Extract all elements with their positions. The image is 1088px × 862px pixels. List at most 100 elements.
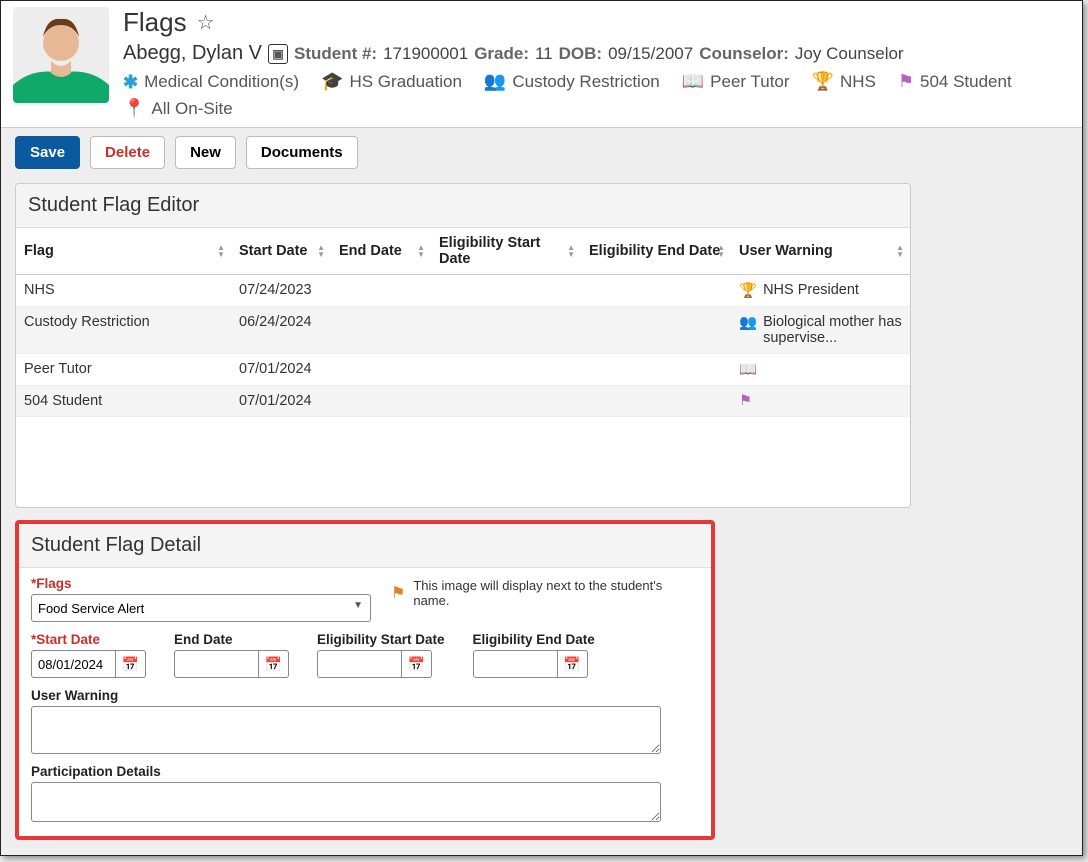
dob-label: DOB:: [559, 44, 602, 64]
documents-button[interactable]: Documents: [246, 136, 358, 169]
cell-warning: ⚑: [731, 386, 910, 417]
user-warning-label: User Warning: [31, 688, 699, 703]
favorite-star-icon[interactable]: ☆: [197, 10, 215, 35]
elig-end-picker-button[interactable]: 📅: [558, 650, 588, 678]
cell-end: [331, 275, 431, 307]
end-date-picker-button[interactable]: 📅: [259, 650, 289, 678]
medical-icon: ✱: [123, 73, 138, 91]
flag-label: Peer Tutor: [710, 72, 789, 92]
cell-elig-start: [431, 275, 581, 307]
trophy-icon: 🏆: [739, 282, 757, 299]
action-bar: Save Delete New Documents: [1, 128, 1082, 183]
student-number-label: Student #:: [294, 44, 377, 64]
flag-custody[interactable]: 👥 Custody Restriction: [484, 71, 660, 92]
cell-elig-end: [581, 307, 731, 354]
book-icon: 📖: [682, 71, 704, 92]
book-icon: 📖: [739, 361, 757, 378]
cell-warning: 🏆NHS President: [731, 275, 910, 307]
end-date-input[interactable]: [174, 650, 259, 678]
delete-button[interactable]: Delete: [90, 136, 165, 169]
id-card-icon[interactable]: ▣: [268, 44, 288, 64]
student-flag-detail-panel: Student Flag Detail *Flags Food Service …: [15, 520, 715, 840]
flag-label: Custody Restriction: [512, 72, 659, 92]
dob-value: 09/15/2007: [608, 44, 693, 64]
flag-medical[interactable]: ✱ Medical Condition(s): [123, 72, 299, 92]
start-date-input[interactable]: [31, 650, 116, 678]
col-end[interactable]: End Date▲▼: [331, 228, 431, 275]
cell-start: 07/01/2024: [231, 386, 331, 417]
cell-elig-end: [581, 354, 731, 386]
cell-elig-start: [431, 354, 581, 386]
elig-start-picker-button[interactable]: 📅: [402, 650, 432, 678]
detail-title: Student Flag Detail: [19, 524, 711, 568]
cell-start: 07/01/2024: [231, 354, 331, 386]
elig-end-label: Eligibility End Date: [473, 632, 595, 647]
user-warning-input[interactable]: [31, 706, 661, 754]
graduation-icon: 🎓: [321, 71, 343, 92]
col-flag[interactable]: Flag▲▼: [16, 228, 231, 275]
new-button[interactable]: New: [175, 136, 236, 169]
cell-flag: Peer Tutor: [16, 354, 231, 386]
start-date-label: *Start Date: [31, 632, 146, 647]
student-number: 171900001: [383, 44, 468, 64]
table-row[interactable]: Custody Restriction06/24/2024👥Biological…: [16, 307, 910, 354]
student-photo[interactable]: [13, 7, 109, 103]
student-name: Abegg, Dylan V: [123, 42, 262, 65]
col-warning[interactable]: User Warning▲▼: [731, 228, 910, 275]
student-header: Flags ☆ Abegg, Dylan V ▣ Student #: 1719…: [1, 1, 1082, 128]
people-icon: 👥: [484, 71, 506, 92]
cell-start: 06/24/2024: [231, 307, 331, 354]
elig-start-label: Eligibility Start Date: [317, 632, 445, 647]
save-button[interactable]: Save: [15, 136, 80, 169]
cell-flag: 504 Student: [16, 386, 231, 417]
col-elig-end[interactable]: Eligibility End Date▲▼: [581, 228, 731, 275]
cell-flag: NHS: [16, 275, 231, 307]
table-row[interactable]: NHS07/24/2023 🏆NHS President: [16, 275, 910, 307]
cell-elig-start: [431, 307, 581, 354]
student-flag-editor-panel: Student Flag Editor Flag▲▼ Start Date▲▼ …: [15, 183, 911, 508]
flag-504[interactable]: ⚑ 504 Student: [898, 71, 1012, 92]
flag-label: 504 Student: [920, 72, 1012, 92]
cell-elig-end: [581, 275, 731, 307]
onsite-icon: 📍: [123, 98, 145, 119]
flag-peer-tutor[interactable]: 📖 Peer Tutor: [682, 71, 790, 92]
editor-title: Student Flag Editor: [16, 184, 910, 228]
flag-label: Medical Condition(s): [144, 72, 299, 92]
table-row[interactable]: Peer Tutor07/01/2024 📖: [16, 354, 910, 386]
start-date-picker-button[interactable]: 📅: [116, 650, 146, 678]
flag-nhs[interactable]: 🏆 NHS: [812, 71, 876, 92]
elig-end-input[interactable]: [473, 650, 558, 678]
trophy-icon: 🏆: [812, 71, 834, 92]
grade-label: Grade:: [474, 44, 529, 64]
people-icon: 👥: [739, 314, 757, 331]
flag-preview-icon: ⚑: [391, 583, 405, 603]
counselor-label: Counselor:: [699, 44, 789, 64]
table-row[interactable]: 504 Student07/01/2024 ⚑: [16, 386, 910, 417]
col-start[interactable]: Start Date▲▼: [231, 228, 331, 275]
flag-icon: ⚑: [739, 393, 752, 409]
cell-warning: 📖: [731, 354, 910, 386]
flag-label: HS Graduation: [349, 72, 461, 92]
flag-onsite[interactable]: 📍 All On-Site: [123, 98, 233, 119]
grade-value: 11: [535, 44, 553, 64]
end-date-label: End Date: [174, 632, 289, 647]
cell-end: [331, 386, 431, 417]
flag-hint: This image will display next to the stud…: [413, 578, 699, 608]
cell-elig-end: [581, 386, 731, 417]
flag-graduation[interactable]: 🎓 HS Graduation: [321, 71, 462, 92]
counselor-value: Joy Counselor: [795, 44, 904, 64]
col-elig-start[interactable]: Eligibility Start Date▲▼: [431, 228, 581, 275]
flag-table: Flag▲▼ Start Date▲▼ End Date▲▼ Eligibili…: [16, 228, 910, 417]
page-title: Flags: [123, 7, 187, 38]
participation-input[interactable]: [31, 782, 661, 822]
cell-end: [331, 307, 431, 354]
flags-select[interactable]: Food Service Alert: [31, 594, 371, 622]
flag-label: NHS: [840, 72, 876, 92]
flags-label: *Flags: [31, 576, 371, 591]
cell-flag: Custody Restriction: [16, 307, 231, 354]
elig-start-input[interactable]: [317, 650, 402, 678]
cell-elig-start: [431, 386, 581, 417]
cell-start: 07/24/2023: [231, 275, 331, 307]
cell-end: [331, 354, 431, 386]
flag-icon: ⚑: [898, 71, 914, 92]
